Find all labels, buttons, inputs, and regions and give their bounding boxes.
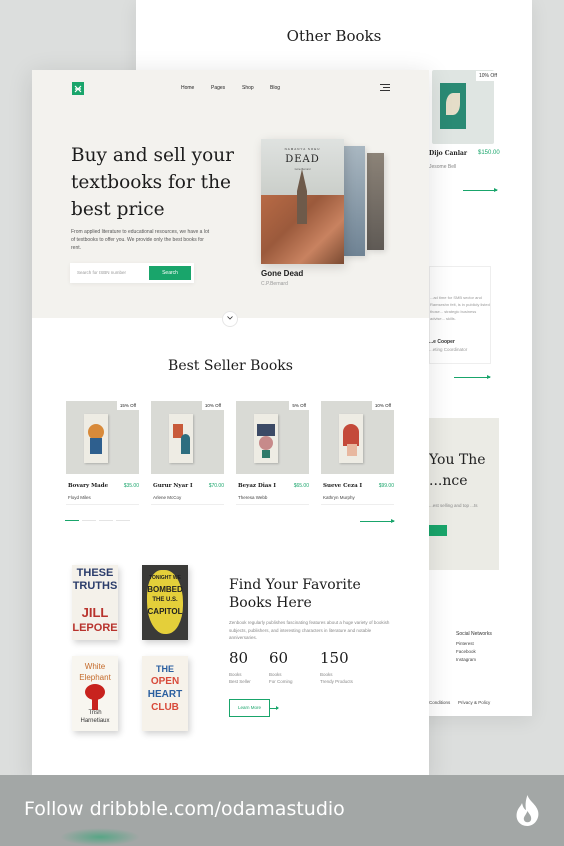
- book-cover[interactable]: 15% Off: [66, 401, 139, 474]
- back-next-arrow[interactable]: [463, 188, 498, 192]
- book-cover[interactable]: 10% Off: [321, 401, 394, 474]
- favorite-book-cover[interactable]: TONIGHT WE BOMBED THE U.S. CAPITOL: [142, 565, 188, 640]
- pager-dot[interactable]: [82, 520, 96, 521]
- stat-label-2: Best Seller: [229, 679, 251, 684]
- stat-number: 80: [229, 649, 249, 667]
- featured-book-title: Gone Dead: [261, 269, 304, 278]
- front-page: Home Pages Shop Blog Buy and sell your t…: [32, 70, 429, 780]
- hero-section: Home Pages Shop Blog Buy and sell your t…: [32, 70, 429, 318]
- hero-title: Buy and sell your textbooks for the best…: [71, 145, 235, 220]
- footer-text[interactable]: Follow dribbble.com/odamastudio: [24, 798, 345, 820]
- favorites-text: Zenbook regularly publishes fascinating …: [229, 620, 390, 640]
- book-card[interactable]: 10% Off Sueve Ceza I $99.00 Kathryn Murp…: [321, 401, 394, 505]
- cta-button[interactable]: [429, 525, 447, 536]
- social-pinterest[interactable]: Pinterest: [456, 641, 474, 646]
- search-box: Search for ISBN number Search: [70, 263, 194, 283]
- testimonial-text: ...ad time for SMB sector and Ramseshn f…: [430, 295, 490, 321]
- nav-pages[interactable]: Pages: [211, 85, 225, 91]
- flame-icon: [516, 795, 539, 826]
- logo-icon[interactable]: [72, 82, 84, 95]
- chevron-down-icon: [227, 316, 233, 320]
- pager-dot[interactable]: [116, 520, 130, 521]
- back-book-cover[interactable]: [432, 70, 494, 144]
- book-price: $65.00: [293, 483, 309, 489]
- discount-badge: 5% Off: [289, 401, 309, 410]
- stat-for-coming: 60 Books For Coming: [269, 649, 293, 685]
- social-title: Social Networks: [456, 631, 492, 637]
- book-cover[interactable]: 10% Off: [151, 401, 224, 474]
- hero-text: From applied literature to educational r…: [71, 229, 210, 251]
- stat-label-1: Books: [320, 672, 333, 677]
- featured-book-author: C.P.Bernard: [261, 281, 288, 287]
- book-title: Sueve Ceza I: [323, 483, 363, 489]
- book-title: Bovary Made: [68, 483, 109, 489]
- book-card[interactable]: 5% Off Beyaz Dias I $65.00 Theresa Webb: [236, 401, 309, 505]
- pager-active[interactable]: [65, 520, 79, 521]
- featured-book-back-cover-1[interactable]: [343, 146, 365, 256]
- nav-blog[interactable]: Blog: [270, 85, 280, 91]
- legal-privacy[interactable]: Privacy & Policy: [458, 700, 490, 705]
- discount-badge: 10% Off: [371, 401, 394, 410]
- legal-conditions[interactable]: Conditions: [429, 700, 450, 705]
- cta-title: You The ...nce: [429, 452, 486, 489]
- book-author: Kathryn Murphy: [323, 495, 355, 500]
- book-title: Gurur Nyar I: [153, 483, 193, 489]
- back-book-price: $150.00: [478, 150, 500, 156]
- cta-text: ...est selling and top ...ts: [429, 503, 478, 508]
- book-card[interactable]: 15% Off Bovary Made $35.00 Floyd Miles: [66, 401, 139, 505]
- featured-book-back-cover-2[interactable]: [367, 153, 384, 250]
- featured-cover-top: NAMANYA SOEU: [284, 147, 321, 151]
- search-input[interactable]: Search for ISBN number: [77, 270, 126, 275]
- search-button[interactable]: Search: [149, 266, 191, 280]
- stat-label-2: Trendy Products: [320, 679, 353, 684]
- discount-badge: 10% Off: [201, 401, 224, 410]
- best-seller-title: Best Seller Books: [168, 358, 293, 374]
- featured-cover-title: DEAD: [285, 154, 320, 165]
- stat-label-2: For Coming: [269, 679, 293, 684]
- stat-label-1: Books: [229, 672, 242, 677]
- back-book-name: Dijo Canlar: [429, 150, 468, 157]
- back-book-author: Jesome Bell: [429, 164, 457, 170]
- book-price: $99.00: [378, 483, 394, 489]
- menu-icon[interactable]: [380, 84, 390, 91]
- stat-trendy: 150 Books Trendy Products: [320, 649, 353, 685]
- social-instagram[interactable]: Instagram: [456, 657, 476, 662]
- pager-dot[interactable]: [99, 520, 113, 521]
- testimonial-name: ...e Cooper: [429, 339, 455, 345]
- back-book-badge: 10% Off: [476, 71, 500, 81]
- book-title: Beyaz Dias I: [238, 483, 276, 489]
- book-price: $35.00: [123, 483, 139, 489]
- featured-book-cover[interactable]: NAMANYA SOEU DEAD Gone Bernard: [261, 139, 344, 264]
- book-card[interactable]: 10% Off Gurur Nyar I $70.00 Arlene McCoy: [151, 401, 224, 505]
- scroll-down-button[interactable]: [222, 311, 238, 327]
- favorites-title: Find Your Favorite Books Here: [229, 577, 361, 611]
- book-cover[interactable]: 5% Off: [236, 401, 309, 474]
- favorite-book-cover[interactable]: White Elephant Trish Harnetiaux: [72, 656, 118, 731]
- stat-number: 60: [269, 649, 289, 667]
- book-author: Theresa Webb: [238, 495, 268, 500]
- book-author: Floyd Miles: [68, 495, 91, 500]
- stat-number: 150: [320, 649, 349, 667]
- decorative-blur: [60, 828, 140, 846]
- favorite-book-cover[interactable]: THESE TRUTHS JILL LEPORE: [72, 565, 118, 640]
- nav-home[interactable]: Home: [181, 85, 194, 91]
- discount-badge: 15% Off: [116, 401, 139, 410]
- next-arrow-icon[interactable]: [360, 519, 395, 523]
- arrow-right-icon[interactable]: [270, 706, 279, 710]
- stat-label-1: Books: [269, 672, 282, 677]
- learn-more-button[interactable]: Learn More: [229, 699, 270, 717]
- stat-best-seller: 80 Books Best Seller: [229, 649, 251, 685]
- featured-cover-sub: Gone Bernard: [294, 168, 311, 171]
- social-facebook[interactable]: Facebook: [456, 649, 476, 654]
- book-author: Arlene McCoy: [153, 495, 182, 500]
- testimonial-next-arrow[interactable]: [454, 375, 491, 379]
- book-price: $70.00: [208, 483, 224, 489]
- other-books-title: Other Books: [286, 27, 382, 45]
- favorite-book-cover[interactable]: THE OPEN HEART CLUB: [142, 656, 188, 731]
- testimonial-role: ...eting Coordinator: [429, 347, 468, 352]
- nav-shop[interactable]: Shop: [242, 85, 254, 91]
- cta-section: You The ...nce ...est selling and top ..…: [429, 418, 499, 570]
